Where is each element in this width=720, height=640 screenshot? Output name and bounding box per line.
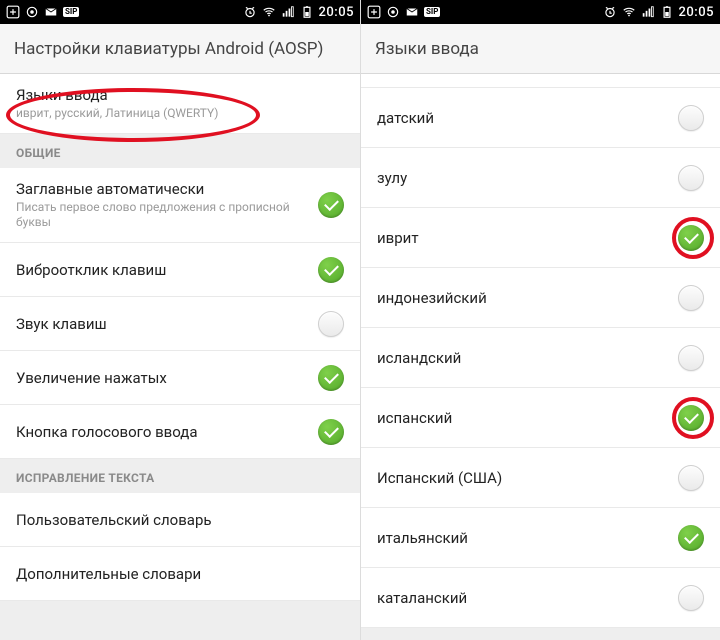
language-row[interactable]: Испанский (США): [361, 448, 720, 508]
row-title: Заглавные автоматически: [16, 180, 318, 198]
status-bar: SIP 20:05: [0, 0, 360, 24]
plus-icon: [6, 5, 20, 19]
row-subtitle: Писать первое слово предложения с пропис…: [16, 200, 318, 230]
language-label: индонезийский: [377, 289, 678, 307]
target-icon: [25, 5, 39, 19]
wifi-icon: [262, 5, 276, 19]
plus-icon: [367, 5, 381, 19]
language-row[interactable]: зулу: [361, 148, 720, 208]
battery-icon: [300, 5, 314, 19]
row-title: Дополнительные словари: [16, 565, 344, 583]
language-label: иврит: [377, 229, 678, 247]
mail-icon: [44, 5, 58, 19]
wifi-icon: [622, 5, 636, 19]
language-label: исландский: [377, 349, 678, 367]
toggle-on[interactable]: [678, 225, 704, 251]
row-subtitle: иврит, русский, Латиница (QWERTY): [16, 106, 344, 121]
toggle-off[interactable]: [678, 105, 704, 131]
toggle-on[interactable]: [678, 525, 704, 551]
language-row[interactable]: итальянский: [361, 508, 720, 568]
settings-row[interactable]: Кнопка голосового ввода: [0, 405, 360, 459]
target-icon: [386, 5, 400, 19]
language-row[interactable]: каталанский: [361, 568, 720, 628]
page-title: Настройки клавиатуры Android (AOSP): [14, 39, 323, 59]
toggle-on[interactable]: [318, 257, 344, 283]
toggle-off[interactable]: [678, 465, 704, 491]
settings-row[interactable]: Заглавные автоматически Писать первое сло…: [0, 168, 360, 243]
status-clock: 20:05: [319, 5, 354, 20]
language-label: итальянский: [377, 529, 678, 547]
toggle-off[interactable]: [678, 285, 704, 311]
language-label: Испанский (США): [377, 469, 678, 487]
language-label: каталанский: [377, 589, 678, 607]
language-label: датский: [377, 109, 678, 127]
alarm-icon: [603, 5, 617, 19]
settings-row[interactable]: Увеличение нажатых: [0, 351, 360, 405]
toggle-on[interactable]: [318, 192, 344, 218]
signal-icon: [641, 5, 655, 19]
row-title: Звук клавиш: [16, 315, 318, 333]
row-title: Кнопка голосового ввода: [16, 423, 318, 441]
language-row[interactable]: испанский: [361, 388, 720, 448]
header-left: Настройки клавиатуры Android (AOSP): [0, 24, 360, 74]
sip-icon: SIP: [63, 7, 79, 17]
toggle-off[interactable]: [318, 311, 344, 337]
status-clock: 20:05: [679, 5, 714, 20]
language-row[interactable]: иврит: [361, 208, 720, 268]
language-list: датский зулу иврит индонезийский исландский и…: [361, 88, 720, 628]
row-title: Пользовательский словарь: [16, 511, 344, 529]
toggle-on[interactable]: [678, 405, 704, 431]
section-header: ОБЩИЕ: [0, 134, 360, 168]
signal-icon: [281, 5, 295, 19]
language-row[interactable]: исландский: [361, 328, 720, 388]
phone-left: SIP 20:05 Настройки клавиатуры Android (…: [0, 0, 360, 640]
row-title: Виброотклик клавиш: [16, 261, 318, 279]
row-title: Увеличение нажатых: [16, 369, 318, 387]
settings-row[interactable]: Дополнительные словари: [0, 547, 360, 601]
settings-list: Языки ввода иврит, русский, Латиница (QWE…: [0, 74, 360, 601]
settings-row[interactable]: Пользовательский словарь: [0, 493, 360, 547]
language-label: испанский: [377, 409, 678, 427]
settings-row[interactable]: Языки ввода иврит, русский, Латиница (QWE…: [0, 74, 360, 134]
page-title: Языки ввода: [375, 39, 479, 59]
settings-row[interactable]: Звук клавиш: [0, 297, 360, 351]
phone-right: SIP 20:05 Языки ввода датский зулу иврит ин…: [360, 0, 720, 640]
row-title: Языки ввода: [16, 86, 344, 104]
partial-row-top: [361, 74, 720, 88]
toggle-on[interactable]: [318, 419, 344, 445]
mail-icon: [405, 5, 419, 19]
sip-icon: SIP: [424, 7, 440, 17]
battery-icon: [660, 5, 674, 19]
toggle-on[interactable]: [318, 365, 344, 391]
settings-row[interactable]: Виброотклик клавиш: [0, 243, 360, 297]
language-row[interactable]: датский: [361, 88, 720, 148]
toggle-off[interactable]: [678, 585, 704, 611]
section-header: ИСПРАВЛЕНИЕ ТЕКСТА: [0, 459, 360, 493]
language-row[interactable]: индонезийский: [361, 268, 720, 328]
status-bar: SIP 20:05: [361, 0, 720, 24]
alarm-icon: [243, 5, 257, 19]
header-right: Языки ввода: [361, 24, 720, 74]
toggle-off[interactable]: [678, 345, 704, 371]
language-label: зулу: [377, 169, 678, 187]
toggle-off[interactable]: [678, 165, 704, 191]
